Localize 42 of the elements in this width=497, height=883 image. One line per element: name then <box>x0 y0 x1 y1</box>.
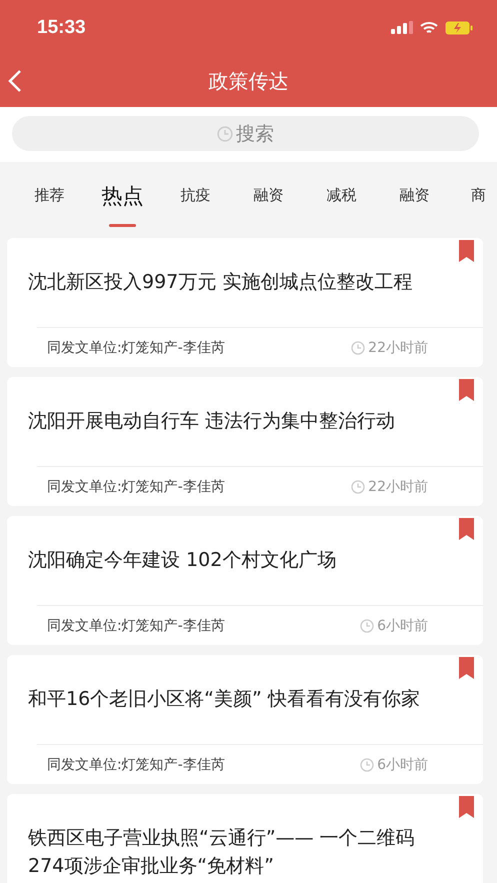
category-tab[interactable]: 融资 <box>400 186 430 205</box>
category-tab[interactable]: 减税 <box>326 186 356 205</box>
article-card[interactable]: 沈阳确定今年建设 102个村文化广场 同发文单位:灯笼知产-李佳芮 6小时前 <box>7 516 483 645</box>
active-tab-indicator <box>109 224 136 227</box>
clock-icon <box>360 618 374 632</box>
article-title: 沈阳开展电动自行车 违法行为集中整治行动 <box>28 409 396 434</box>
clock-icon <box>217 126 233 142</box>
category-tab[interactable]: 热点 <box>102 182 144 210</box>
article-card[interactable]: 铁西区电子营业执照“云通行”—— 一个二维码274项涉企审批业务“免材料” <box>7 794 483 883</box>
article-time: 6小时前 <box>377 616 428 634</box>
battery-icon <box>445 20 473 34</box>
article-title: 和平16个老旧小区将“美颜” 快看看有没有你家 <box>28 687 421 712</box>
page-title: 政策传达 <box>208 68 288 94</box>
category-tab[interactable]: 抗疫 <box>180 186 210 205</box>
article-time: 22小时前 <box>368 338 428 356</box>
article-time: 22小时前 <box>368 478 428 496</box>
bookmark-icon[interactable] <box>459 796 474 818</box>
status-time: 15:33 <box>37 16 86 38</box>
article-title: 沈阳确定今年建设 102个村文化广场 <box>28 548 338 573</box>
category-tab[interactable]: 推荐 <box>34 186 64 205</box>
wifi-icon <box>420 20 438 34</box>
article-source: 同发文单位:灯笼知产-李佳芮 <box>47 756 225 774</box>
article-card[interactable]: 沈阳开展电动自行车 违法行为集中整治行动 同发文单位:灯笼知产-李佳芮 22小时前 <box>7 377 483 506</box>
bookmark-icon[interactable] <box>459 518 474 540</box>
bookmark-icon[interactable] <box>459 240 474 262</box>
article-source: 同发文单位:灯笼知产-李佳芮 <box>47 616 225 634</box>
article-source: 同发文单位:灯笼知产-李佳芮 <box>47 338 225 356</box>
bookmark-icon[interactable] <box>459 379 474 401</box>
bookmark-icon[interactable] <box>459 657 474 679</box>
article-source: 同发文单位:灯笼知产-李佳芮 <box>47 478 225 496</box>
article-card[interactable]: 和平16个老旧小区将“美颜” 快看看有没有你家 同发文单位:灯笼知产-李佳芮 6小时前 <box>7 655 483 784</box>
clock-icon <box>360 758 374 772</box>
article-title: 铁西区电子营业执照“云通行”—— 一个二维码274项涉企审批业务“免材料” <box>28 826 416 879</box>
clock-icon <box>351 480 366 494</box>
article-time: 6小时前 <box>377 756 428 774</box>
article-card[interactable]: 沈北新区投入997万元 实施创城点位整改工程 同发文单位:灯笼知产-李佳芮 22小时前 <box>7 238 483 367</box>
article-title: 沈北新区投入997万元 实施创城点位整改工程 <box>28 270 414 295</box>
category-tab[interactable]: 融资 <box>254 186 284 205</box>
category-tab[interactable]: 商 <box>471 186 486 205</box>
clock-icon <box>351 340 366 354</box>
signal-icon <box>391 21 413 34</box>
back-icon[interactable] <box>8 69 22 93</box>
